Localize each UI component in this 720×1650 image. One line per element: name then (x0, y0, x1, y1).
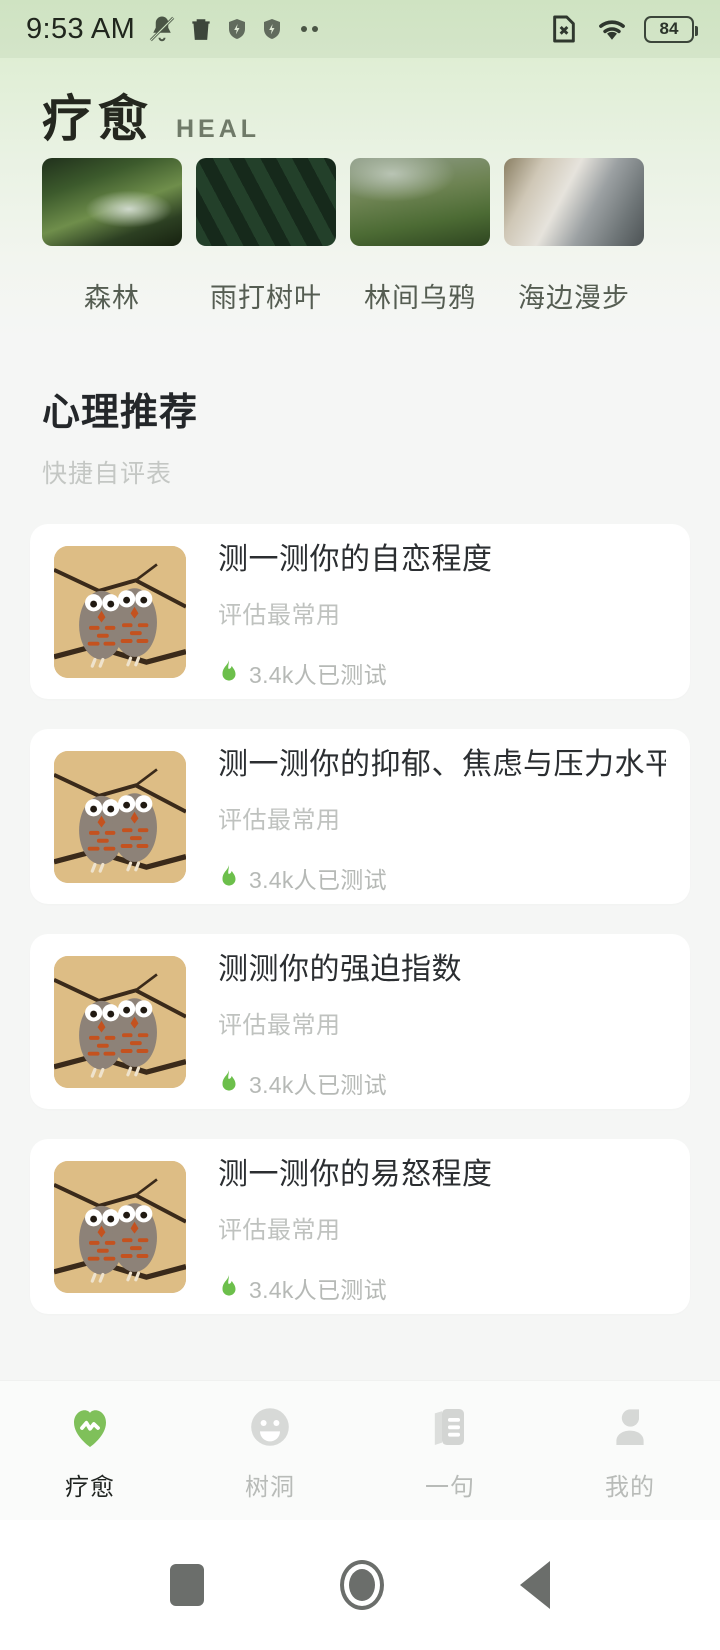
tab-quote[interactable]: 一句 (360, 1403, 540, 1502)
two-owls-thumb (54, 1160, 186, 1293)
carousel-item-crows[interactable]: 林间乌鸦 (350, 158, 490, 315)
carousel-item-seaside[interactable]: 海边漫步 (504, 158, 644, 315)
list-item-body: 测一测你的易怒程度 评估最常用 3.4k人已测试 (186, 1149, 666, 1305)
app-brand: 疗愈 HEAL (0, 58, 720, 158)
brand-title-en: HEAL (176, 115, 261, 143)
status-bar: 9:53 AM 84 (0, 0, 720, 58)
status-bar-right-icons: 84 (548, 13, 698, 45)
owl-illustration-icon (54, 750, 186, 883)
list-item-meta: 3.4k人已测试 (218, 656, 666, 690)
forest-river-thumb (42, 158, 182, 246)
list-item-title: 测一测你的自恋程度 (218, 542, 493, 576)
list-item-meta: 3.4k人已测试 (218, 861, 666, 895)
tab-label: 一句 (425, 1474, 475, 1501)
misty-hills-thumb (350, 158, 490, 246)
list-item-meta: 3.4k人已测试 (218, 1066, 666, 1100)
list-item-subtitle: 评估最常用 (218, 806, 341, 834)
two-owls-thumb (54, 545, 186, 678)
home-circle-icon[interactable] (340, 1560, 384, 1610)
seaside-thumb (504, 158, 644, 246)
sound-carousel[interactable]: 森林 雨打树叶 林间乌鸦 海边漫步 (0, 158, 720, 315)
assessment-list: 测一测你的自恋程度 评估最常用 3.4k人已测试 测一测你的抑郁、焦虑与压力水平… (0, 490, 720, 1314)
flame-icon (222, 659, 236, 681)
two-owls-thumb (54, 750, 186, 883)
page-title: 心理推荐 (42, 392, 199, 434)
status-bar-left-icons (147, 14, 319, 44)
system-navigation-bar (0, 1520, 720, 1650)
back-triangle-icon[interactable] (520, 1561, 550, 1609)
flame-icon (222, 864, 236, 886)
battery-percent: 84 (659, 19, 679, 38)
mute-bell-icon (149, 16, 175, 42)
list-item-subtitle: 评估最常用 (218, 1216, 341, 1244)
list-item-subtitle: 评估最常用 (218, 1011, 341, 1039)
list-item-title: 测一测你的抑郁、焦虑与压力水平 (218, 747, 666, 781)
carousel-item-forest[interactable]: 森林 (42, 158, 182, 315)
overflow-dots-icon (301, 26, 319, 32)
tab-heal[interactable]: 疗愈 (0, 1403, 180, 1502)
document-icon (434, 1409, 464, 1445)
list-item-count: 3.4k人已测试 (249, 1071, 387, 1098)
brand-title-cn: 疗愈 (42, 89, 154, 148)
two-owls-thumb (54, 955, 186, 1088)
smiley-face-icon (251, 1408, 289, 1446)
app-screen: 9:53 AM 84 疗愈 HEAL 森林 雨打树叶 林间乌鸦 海边漫步 心理推… (0, 0, 720, 1650)
carousel-item-label: 海边漫步 (518, 283, 630, 313)
list-item-meta: 3.4k人已测试 (218, 1271, 666, 1305)
carousel-item-label: 雨打树叶 (210, 283, 322, 313)
carousel-item-rain-leaves[interactable]: 雨打树叶 (196, 158, 336, 315)
status-bar-clock: 9:53 AM (26, 12, 136, 45)
owl-illustration-icon (54, 545, 186, 678)
main-content: 心理推荐 快捷自评表 测一测你的自恋程度 评估最常用 3.4k人已测试 测一测你… (0, 337, 720, 1380)
heart-pulse-icon (74, 1410, 106, 1447)
owl-illustration-icon (54, 1160, 186, 1293)
list-item[interactable]: 测一测你的易怒程度 评估最常用 3.4k人已测试 (30, 1139, 690, 1314)
owl-illustration-icon (54, 955, 186, 1088)
flame-icon (222, 1069, 236, 1091)
shield-bolt-icon (264, 19, 281, 39)
hero-header: 疗愈 HEAL 森林 雨打树叶 林间乌鸦 海边漫步 (0, 58, 720, 337)
trash-icon (192, 19, 210, 40)
tab-label: 树洞 (245, 1474, 295, 1501)
tab-profile[interactable]: 我的 (540, 1403, 720, 1502)
list-item-title: 测测你的强迫指数 (218, 952, 462, 986)
list-item[interactable]: 测一测你的自恋程度 评估最常用 3.4k人已测试 (30, 524, 690, 699)
bottom-navigation: 疗愈 树洞 一句 我的 (0, 1380, 720, 1520)
list-item-body: 测一测你的自恋程度 评估最常用 3.4k人已测试 (186, 534, 666, 690)
no-sim-icon (553, 15, 575, 43)
flame-icon (222, 1274, 236, 1296)
rain-leaves-thumb (196, 158, 336, 246)
tab-treehole[interactable]: 树洞 (180, 1403, 360, 1502)
list-item-count: 3.4k人已测试 (249, 866, 387, 893)
list-item-body: 测测你的强迫指数 评估最常用 3.4k人已测试 (186, 944, 666, 1100)
tab-label: 疗愈 (65, 1474, 115, 1501)
list-item-title: 测一测你的易怒程度 (218, 1157, 493, 1191)
battery-icon: 84 (644, 15, 698, 43)
list-item-body: 测一测你的抑郁、焦虑与压力水平 评估最常用 3.4k人已测试 (186, 739, 666, 895)
carousel-item-label: 森林 (84, 283, 140, 313)
shield-bolt-icon (229, 19, 246, 39)
section-header: 心理推荐 快捷自评表 (0, 337, 720, 490)
recents-square-icon[interactable] (170, 1564, 204, 1606)
wifi-icon (599, 20, 625, 40)
list-item[interactable]: 测一测你的抑郁、焦虑与压力水平 评估最常用 3.4k人已测试 (30, 729, 690, 904)
section-subtitle: 快捷自评表 (42, 460, 173, 488)
list-item[interactable]: 测测你的强迫指数 评估最常用 3.4k人已测试 (30, 934, 690, 1109)
carousel-item-label: 林间乌鸦 (364, 283, 476, 313)
list-item-subtitle: 评估最常用 (218, 601, 341, 629)
tab-label: 我的 (605, 1474, 655, 1501)
list-item-count: 3.4k人已测试 (249, 661, 387, 688)
list-item-count: 3.4k人已测试 (249, 1276, 387, 1303)
person-icon (616, 1409, 644, 1445)
